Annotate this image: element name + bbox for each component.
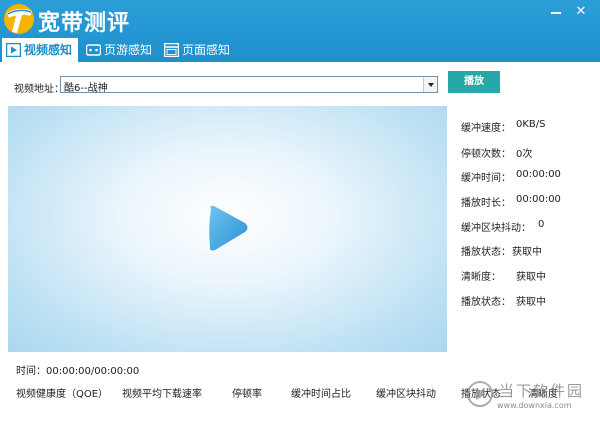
stat-value: 获取中 bbox=[512, 247, 542, 258]
watermark-text: 当下软件园 bbox=[499, 382, 585, 400]
stat-stall-count: 停顿次数： 0次 bbox=[461, 145, 532, 160]
stat-value: 0次 bbox=[516, 149, 533, 160]
stat-label: 缓冲区块抖动： bbox=[461, 223, 531, 234]
stat-value: 00:00:00 bbox=[516, 169, 561, 180]
stat-clarity: 清晰度： 获取中 bbox=[461, 268, 546, 283]
stat-label: 清晰度： bbox=[461, 272, 501, 283]
play-button[interactable]: 播放 bbox=[448, 71, 500, 93]
close-button[interactable]: ✕ bbox=[573, 4, 589, 20]
watermark-url: www.downxia.com bbox=[497, 401, 572, 410]
stat-label: 播放时长： bbox=[461, 198, 511, 209]
video-url-value: 酷6--战神 bbox=[64, 83, 108, 94]
stat-label: 播放状态： bbox=[461, 247, 511, 258]
tab-label: 视频感知 bbox=[24, 43, 73, 57]
playback-time: 时间：00:00:00/00:00:00 bbox=[16, 366, 140, 377]
stat-buffer-jitter: 缓冲区块抖动： 0 bbox=[461, 219, 544, 234]
stat-buffer-speed: 缓冲速度： 0KB/S bbox=[461, 119, 546, 134]
video-player[interactable] bbox=[8, 106, 447, 352]
play-icon[interactable] bbox=[205, 203, 251, 253]
stat-value: 获取中 bbox=[516, 297, 546, 308]
tab-bar: 视频感知 页游感知 页面感知 bbox=[0, 38, 600, 62]
stat-value: 0 bbox=[538, 219, 545, 230]
stat-label: 停顿次数： bbox=[461, 149, 511, 160]
gamepad-icon bbox=[86, 44, 101, 56]
metric-header-avg-speed: 视频平均下载速率 bbox=[122, 389, 202, 400]
stat-value: 0KB/S bbox=[516, 119, 546, 130]
tab-webgame-perception[interactable]: 页游感知 bbox=[82, 38, 156, 62]
watermark-logo-icon bbox=[467, 381, 493, 407]
video-url-select[interactable]: 酷6--战神 bbox=[60, 76, 438, 94]
browser-window-icon bbox=[164, 43, 179, 57]
tab-label: 页游感知 bbox=[104, 43, 153, 57]
stat-play-status: 播放状态： 获取中 bbox=[461, 243, 542, 258]
metric-header-buffer-ratio: 缓冲时间占比 bbox=[291, 389, 351, 400]
metric-header-qoe: 视频健康度（QOE） bbox=[16, 389, 109, 400]
video-url-label: 视频地址： bbox=[14, 84, 64, 95]
stat-buffer-time: 缓冲时间： 00:00:00 bbox=[461, 169, 561, 184]
stat-play-duration: 播放时长： 00:00:00 bbox=[461, 194, 561, 209]
stat-value: 获取中 bbox=[516, 272, 546, 283]
minimize-button[interactable] bbox=[548, 4, 564, 20]
stat-play-status-2: 播放状态： 获取中 bbox=[461, 293, 546, 308]
app-title: 宽带测评 bbox=[38, 11, 131, 36]
app-logo-icon bbox=[4, 4, 34, 34]
stat-label: 缓冲时间： bbox=[461, 173, 511, 184]
stat-value: 00:00:00 bbox=[516, 194, 561, 205]
play-square-icon bbox=[6, 43, 21, 57]
stat-label: 播放状态： bbox=[461, 297, 511, 308]
stat-label: 缓冲速度： bbox=[461, 123, 511, 134]
metric-header-stall-rate: 停顿率 bbox=[232, 389, 262, 400]
chevron-down-icon[interactable] bbox=[423, 77, 437, 92]
tab-label: 页面感知 bbox=[182, 43, 231, 57]
tab-video-perception[interactable]: 视频感知 bbox=[2, 38, 78, 62]
metric-header-jitter: 缓冲区块抖动 bbox=[376, 389, 436, 400]
tab-page-perception[interactable]: 页面感知 bbox=[160, 38, 234, 62]
